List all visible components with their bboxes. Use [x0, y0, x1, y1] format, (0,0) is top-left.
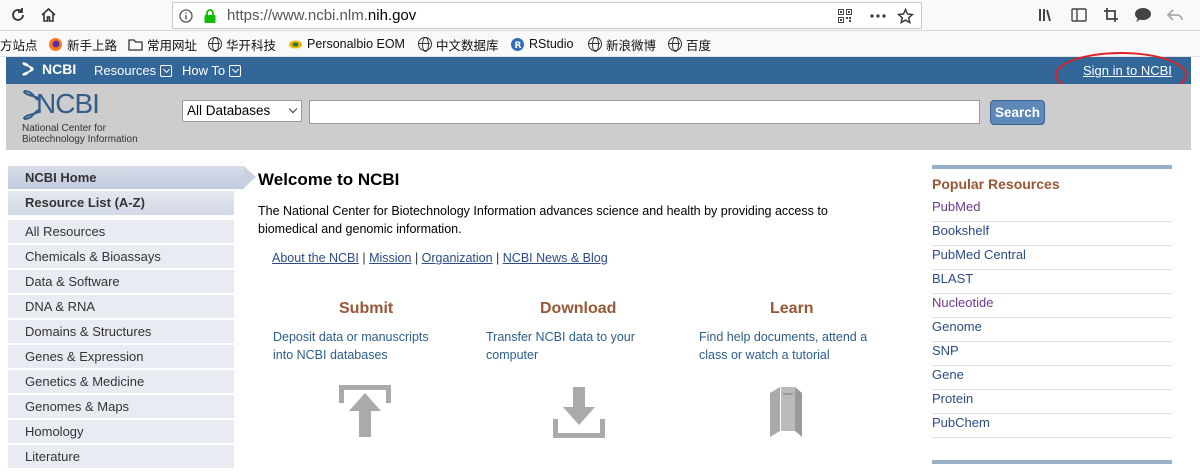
sidebar-item[interactable]: Genes & Expression — [8, 345, 234, 369]
popular-item-bookshelf[interactable]: Bookshelf — [932, 222, 1172, 246]
chat-icon[interactable] — [1132, 5, 1154, 25]
browser-toolbar: https://www.ncbi.nlm.nih.gov — [0, 0, 1200, 31]
about-links: About the NCBI | Mission | Organization … — [272, 251, 608, 265]
resources-menu[interactable]: Resources — [94, 63, 173, 78]
url-text[interactable]: https://www.ncbi.nlm.nih.gov — [227, 7, 416, 24]
page-title: Welcome to NCBI — [258, 170, 400, 189]
sidebar-icon[interactable] — [1068, 5, 1090, 25]
submit-heading[interactable]: Submit — [339, 300, 393, 318]
bookmark-item[interactable]: 中文数据库 — [418, 36, 499, 53]
upload-icon[interactable] — [339, 385, 391, 439]
library-icon[interactable] — [1036, 5, 1058, 25]
sidebar-item[interactable]: Data & Software — [8, 270, 234, 294]
popular-item-blast[interactable]: BLAST — [932, 270, 1172, 294]
sidebar-item[interactable]: Chemicals & Bioassays — [8, 245, 234, 269]
popular-item-gene[interactable]: Gene — [932, 366, 1172, 390]
bookmark-item[interactable]: 新浪微博 — [588, 36, 656, 53]
download-heading[interactable]: Download — [540, 300, 616, 318]
popular-item-protein[interactable]: Protein — [932, 390, 1172, 414]
dna-icon — [22, 62, 34, 76]
news-blog-link[interactable]: NCBI News & Blog — [503, 251, 608, 265]
firefox-icon — [49, 37, 62, 51]
back-arrow-icon[interactable] — [1164, 5, 1186, 25]
chevron-down-icon — [229, 64, 242, 77]
mission-link[interactable]: Mission — [369, 251, 411, 265]
organization-link[interactable]: Organization — [422, 251, 493, 265]
rstudio-icon: R — [511, 37, 524, 51]
bookmark-item[interactable]: 百度 — [668, 36, 711, 53]
popular-item-pmc[interactable]: PubMed Central — [932, 246, 1172, 270]
download-icon[interactable] — [553, 385, 605, 439]
globe-icon — [418, 37, 432, 52]
database-select[interactable]: All Databases — [182, 100, 302, 122]
sidebar-item[interactable]: Domains & Structures — [8, 320, 234, 344]
ncbi-topbar-logo[interactable]: NCBI — [20, 61, 76, 77]
popular-item-snp[interactable]: SNP — [932, 342, 1172, 366]
qr-code-icon[interactable] — [835, 7, 855, 25]
howto-menu[interactable]: How To — [182, 63, 242, 78]
search-button[interactable]: Search — [990, 100, 1045, 125]
popular-item-nucleotide[interactable]: Nucleotide — [932, 294, 1172, 318]
ncbi-logo[interactable]: NCBI — [36, 88, 100, 120]
submit-text[interactable]: Deposit data or manuscripts into NCBI dat… — [273, 328, 429, 364]
home-icon[interactable] — [36, 4, 60, 26]
popular-item-pubmed[interactable]: PubMed — [932, 198, 1172, 222]
sidebar-item[interactable]: All Resources — [8, 220, 234, 244]
globe-icon — [588, 37, 602, 52]
popular-item-genome[interactable]: Genome — [932, 318, 1172, 342]
ncbi-topbar: NCBI Resources How To Sign in to NCBI — [6, 57, 1191, 84]
popular-divider — [932, 165, 1172, 169]
bookmark-item[interactable]: 常用网址 — [128, 36, 197, 53]
url-bar[interactable]: https://www.ncbi.nlm.nih.gov — [172, 2, 922, 29]
sidebar-item[interactable]: Genetics & Medicine — [8, 370, 234, 394]
ncbi-header: NCBI National Center for Biotechnology I… — [6, 84, 1191, 150]
bookmark-item[interactable]: Personalbio EOM — [288, 36, 405, 52]
about-link[interactable]: About the NCBI — [272, 251, 359, 265]
bio-icon — [289, 40, 302, 48]
bookmark-item[interactable]: 新手上路 — [48, 36, 117, 53]
lock-icon[interactable] — [203, 8, 217, 24]
chevron-down-icon — [160, 64, 173, 77]
bookmark-item[interactable]: R RStudio — [510, 36, 573, 52]
sidebar-item[interactable]: DNA & RNA — [8, 295, 234, 319]
search-input[interactable] — [309, 100, 980, 124]
sidebar-item[interactable]: Literature — [8, 445, 234, 469]
learn-heading[interactable]: Learn — [770, 300, 814, 318]
info-icon[interactable] — [179, 9, 193, 23]
bookmarks-bar: 方站点 新手上路 常用网址 华开科技 Personalbio EOM 中文数据库… — [0, 31, 1200, 57]
globe-icon — [668, 37, 682, 52]
learn-text[interactable]: Find help documents, attend a class or wa… — [699, 328, 867, 364]
sidebar-item[interactable]: Homology — [8, 420, 234, 444]
popular-resources-title: Popular Resources — [932, 176, 1060, 192]
popular-divider — [932, 460, 1172, 464]
ncbi-logo-subtitle: National Center for Biotechnology Inform… — [22, 123, 138, 145]
bookmark-item[interactable]: 方站点 — [0, 36, 38, 53]
books-icon[interactable] — [768, 385, 804, 439]
globe-icon — [208, 37, 222, 52]
bookmark-star-icon[interactable] — [895, 7, 915, 25]
reload-icon[interactable] — [6, 4, 30, 26]
download-text[interactable]: Transfer NCBI data to your computer — [486, 328, 635, 364]
popular-item-pubchem[interactable]: PubChem — [932, 414, 1172, 438]
crop-icon[interactable] — [1100, 5, 1122, 25]
more-icon[interactable] — [868, 7, 888, 25]
sidebar-item-ncbi-home[interactable]: NCBI Home — [8, 166, 256, 189]
svg-text:R: R — [515, 41, 522, 51]
sidebar-item[interactable]: Genomes & Maps — [8, 395, 234, 419]
page-description: The National Center for Biotechnology In… — [258, 204, 828, 236]
bookmark-item[interactable]: 华开科技 — [208, 36, 276, 53]
sidebar-item-resource-list[interactable]: Resource List (A-Z) — [8, 191, 234, 215]
folder-icon — [128, 38, 143, 51]
chevron-down-icon — [288, 104, 298, 114]
